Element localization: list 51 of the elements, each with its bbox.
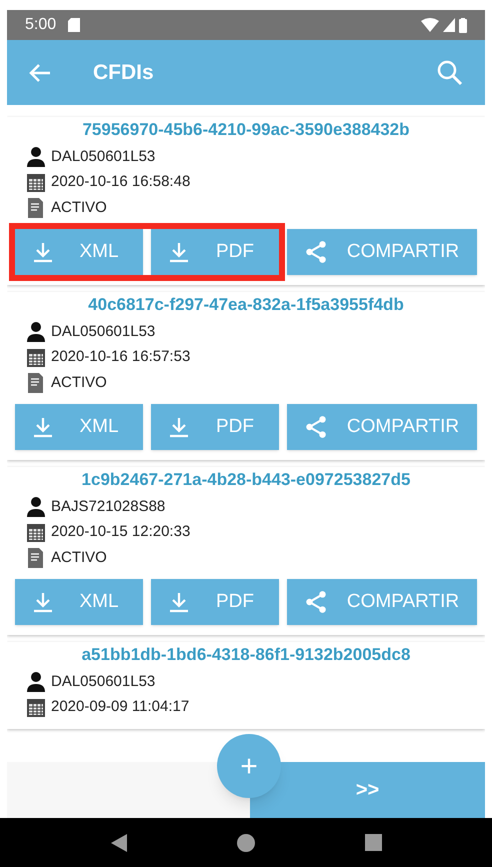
document-icon <box>27 372 45 393</box>
recents-square-icon[interactable] <box>364 834 382 851</box>
document-icon <box>27 548 45 568</box>
document-icon <box>27 198 45 218</box>
calendar-icon <box>27 697 45 718</box>
battery-icon <box>459 18 467 32</box>
back-triangle-icon[interactable] <box>110 834 126 852</box>
status-time: 5:00 <box>25 15 56 35</box>
download-icon <box>167 240 191 264</box>
download-button[interactable]: XML <box>15 229 143 275</box>
rfc-text: DAL050601L53 <box>51 672 156 692</box>
cfdi-uuid[interactable]: 75956970-45b6-4210-99ac-3590e388432b <box>7 117 485 142</box>
download-icon <box>31 415 55 439</box>
calendar-icon <box>27 172 45 192</box>
date-text: 2020-10-16 16:58:48 <box>51 172 190 192</box>
person-icon <box>27 672 45 692</box>
calendar-icon <box>27 522 45 542</box>
app-title: CFDIs <box>93 60 154 86</box>
sd-card-icon <box>68 18 80 32</box>
download-icon <box>167 590 191 614</box>
home-circle-icon[interactable] <box>236 834 254 852</box>
person-icon <box>27 146 45 167</box>
download-button[interactable]: PDF <box>151 404 279 450</box>
rfc-text: DAL050601L53 <box>51 146 156 166</box>
person-icon <box>27 322 45 342</box>
date-text: 2020-10-15 12:20:33 <box>51 522 190 542</box>
person-icon <box>27 496 45 517</box>
download-icon <box>167 415 191 439</box>
add-fab[interactable]: + <box>217 734 281 798</box>
share-button[interactable]: COMPARTIR <box>287 579 477 625</box>
download-button[interactable]: PDF <box>151 229 279 275</box>
status-text: ACTIVO <box>51 372 107 392</box>
download-button[interactable]: PDF <box>151 579 279 625</box>
status-text: ACTIVO <box>51 548 107 568</box>
signal-icon <box>443 18 455 32</box>
download-button[interactable]: XML <box>15 404 143 450</box>
status-text: ACTIVO <box>51 198 107 218</box>
date-text: 2020-10-16 16:57:53 <box>51 347 190 367</box>
download-button[interactable]: XML <box>15 579 143 625</box>
download-icon <box>31 240 55 264</box>
rfc-text: DAL050601L53 <box>51 322 156 342</box>
cfdi-uuid[interactable]: a51bb1db-1bd6-4318-86f1-9132b2005dc8 <box>7 642 485 668</box>
share-button[interactable]: COMPARTIR <box>287 229 477 275</box>
date-text: 2020-09-09 11:04:17 <box>51 697 190 717</box>
cfdi-uuid[interactable]: 1c9b2467-271a-4b28-b443-e097253827d5 <box>7 467 485 492</box>
wifi-icon <box>421 18 439 32</box>
rfc-text: BAJS721028S88 <box>51 496 166 516</box>
calendar-icon <box>27 347 45 368</box>
download-icon <box>31 590 55 614</box>
cfdi-uuid[interactable]: 40c6817c-f297-47ea-832a-1f5a3955f4db <box>7 292 485 318</box>
share-button[interactable]: COMPARTIR <box>287 404 477 450</box>
